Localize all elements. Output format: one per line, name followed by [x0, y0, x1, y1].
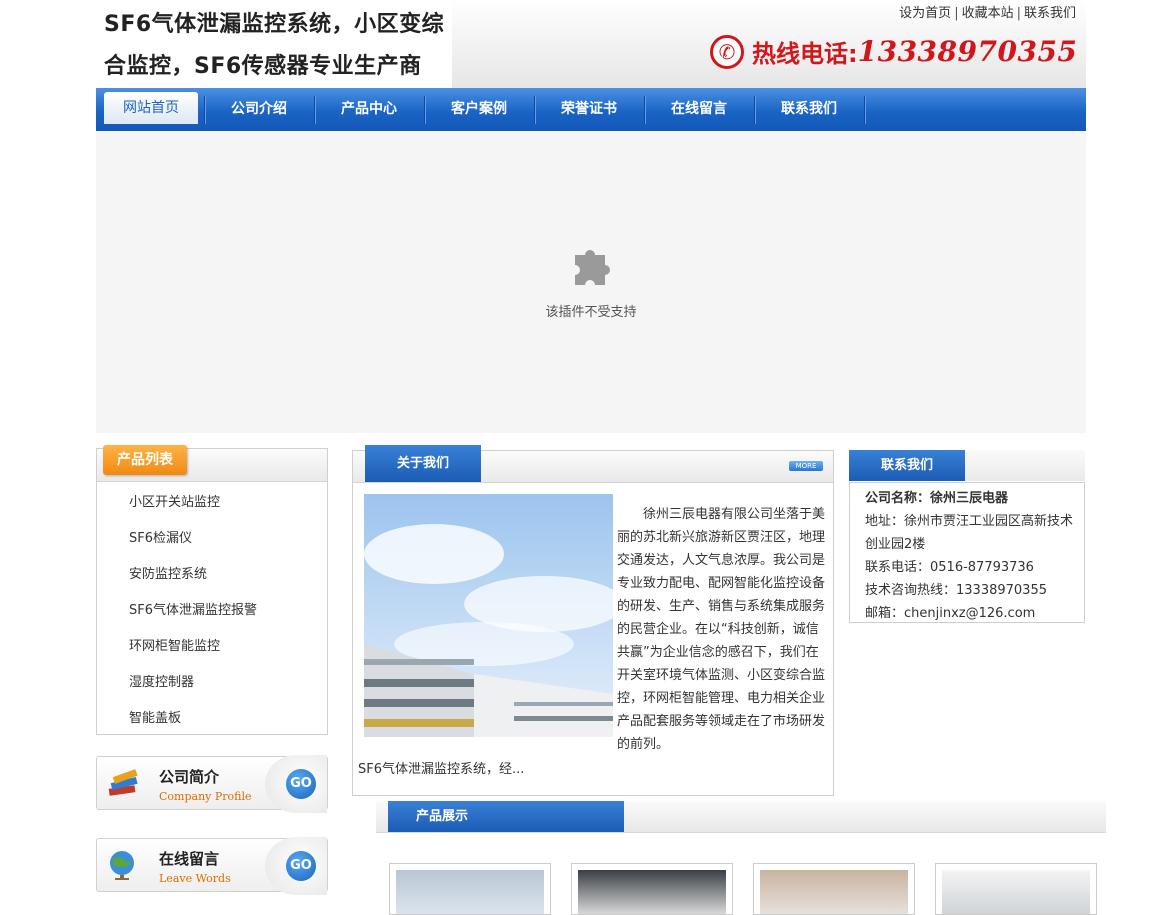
- nav-item-message[interactable]: 在线留言: [644, 88, 754, 131]
- contact-address: 地址：徐州市贾汪工业园区高新技术创业园2楼: [865, 514, 1074, 552]
- contact-panel: 公司名称：徐州三辰电器 地址：徐州市贾汪工业园区高新技术创业园2楼 联系电话：0…: [849, 482, 1085, 623]
- logo-line-1: SF6气体泄漏监控系统，小区变综: [104, 12, 445, 37]
- logo-line-2: 合监控，SF6传感器专业生产商: [104, 54, 422, 79]
- contact-company: 公司名称：徐州三辰电器: [865, 491, 1009, 506]
- hotline-label: 热线电话:: [752, 40, 858, 68]
- banner-plugin-area[interactable]: 该插件不受支持: [96, 131, 1086, 433]
- link-separator: |: [1016, 6, 1021, 21]
- product-thumbnail[interactable]: [935, 863, 1097, 915]
- company-profile-subtitle: Company Profile: [159, 790, 252, 803]
- nav-item-honors[interactable]: 荣誉证书: [534, 88, 644, 131]
- go-button[interactable]: GO: [286, 851, 316, 881]
- hotline: ✆ 热线电话:13338970355: [710, 34, 1077, 69]
- site-logo[interactable]: SF6气体泄漏监控系统，小区变综 合监控，SF6传感器专业生产商: [98, 0, 452, 86]
- bookmark-link[interactable]: 收藏本站: [962, 6, 1014, 21]
- nav-separator: [864, 96, 866, 124]
- contact-title: 联系我们: [849, 450, 965, 481]
- product-item[interactable]: 小区开关站监控: [129, 491, 220, 510]
- product-thumbnail[interactable]: [753, 863, 915, 915]
- products-show-title: 产品展示: [388, 801, 624, 832]
- product-item[interactable]: 环网柜智能监控: [129, 635, 220, 654]
- more-button[interactable]: MORE: [789, 461, 823, 471]
- nav-item-home[interactable]: 网站首页: [104, 92, 198, 124]
- nav-item-cases[interactable]: 客户案例: [424, 88, 534, 131]
- contact-hotline: 技术咨询热线：13338970355: [865, 583, 1047, 598]
- top-links: 设为首页 | 收藏本站 | 联系我们: [899, 2, 1076, 21]
- nav-item-contact[interactable]: 联系我们: [754, 88, 864, 131]
- product-list-title: 产品列表: [103, 445, 187, 475]
- product-item[interactable]: 安防监控系统: [129, 563, 207, 582]
- about-us-text: 徐州三辰电器有限公司坐落于美丽的苏北新兴旅游新区贾汪区，地理交通发达，人文气息浓…: [617, 507, 826, 752]
- about-us-title: 关于我们: [365, 445, 481, 482]
- product-item[interactable]: 湿度控制器: [129, 671, 194, 690]
- phone-icon: ✆: [710, 34, 744, 69]
- go-area: GO: [265, 837, 327, 895]
- product-image: [942, 870, 1090, 914]
- contact-phone: 联系电话：0516-87793736: [865, 560, 1034, 575]
- leave-words-title: 在线留言: [159, 850, 220, 868]
- go-button[interactable]: GO: [286, 769, 316, 799]
- product-thumbnail[interactable]: [571, 863, 733, 915]
- product-item[interactable]: 智能盖板: [129, 707, 181, 726]
- company-profile-promo[interactable]: 公司简介 Company Profile GO: [96, 755, 328, 813]
- company-profile-title: 公司简介: [159, 768, 220, 786]
- leave-words-subtitle: Leave Words: [159, 872, 231, 885]
- product-item[interactable]: SF6气体泄漏监控报警: [129, 599, 257, 618]
- leave-words-promo[interactable]: 在线留言 Leave Words GO: [96, 837, 328, 895]
- about-us-panel: 关于我们 MORE 徐州三辰电器有限公司坐落于美丽的苏北新兴旅游新区贾汪区，地理…: [352, 445, 834, 796]
- plugin-unsupported-message: 该插件不受支持: [545, 305, 637, 320]
- contact-email: 邮箱：chenjinxz@126.com: [865, 606, 1036, 621]
- contact-link[interactable]: 联系我们: [1024, 6, 1076, 21]
- link-separator: |: [954, 6, 959, 21]
- about-us-tail-text: SF6气体泄漏监控系统，经...: [358, 762, 525, 777]
- product-image: [578, 870, 726, 914]
- hotline-number: 13338970355: [857, 35, 1078, 68]
- main-nav: 网站首页 公司介绍 产品中心 客户案例 荣誉证书 在线留言 联系我们: [96, 88, 1086, 131]
- product-image: [396, 870, 544, 914]
- puzzle-piece-icon: [575, 250, 610, 285]
- product-thumbnail[interactable]: [389, 863, 551, 915]
- books-icon: [108, 769, 138, 796]
- product-image: [760, 870, 908, 914]
- contact-header: 联系我们: [849, 450, 1085, 481]
- products-show-header: 产品展示: [376, 801, 1106, 833]
- nav-item-products[interactable]: 产品中心: [314, 88, 424, 131]
- product-list-panel: 产品列表 小区开关站监控 SF6检漏仪 安防监控系统 SF6气体泄漏监控报警 环…: [96, 445, 328, 735]
- globe-icon: [110, 851, 134, 880]
- product-item[interactable]: SF6检漏仪: [129, 527, 192, 546]
- go-area: GO: [265, 755, 327, 813]
- company-building-image[interactable]: [364, 494, 613, 737]
- nav-item-about[interactable]: 公司介绍: [204, 88, 314, 131]
- set-homepage-link[interactable]: 设为首页: [899, 6, 951, 21]
